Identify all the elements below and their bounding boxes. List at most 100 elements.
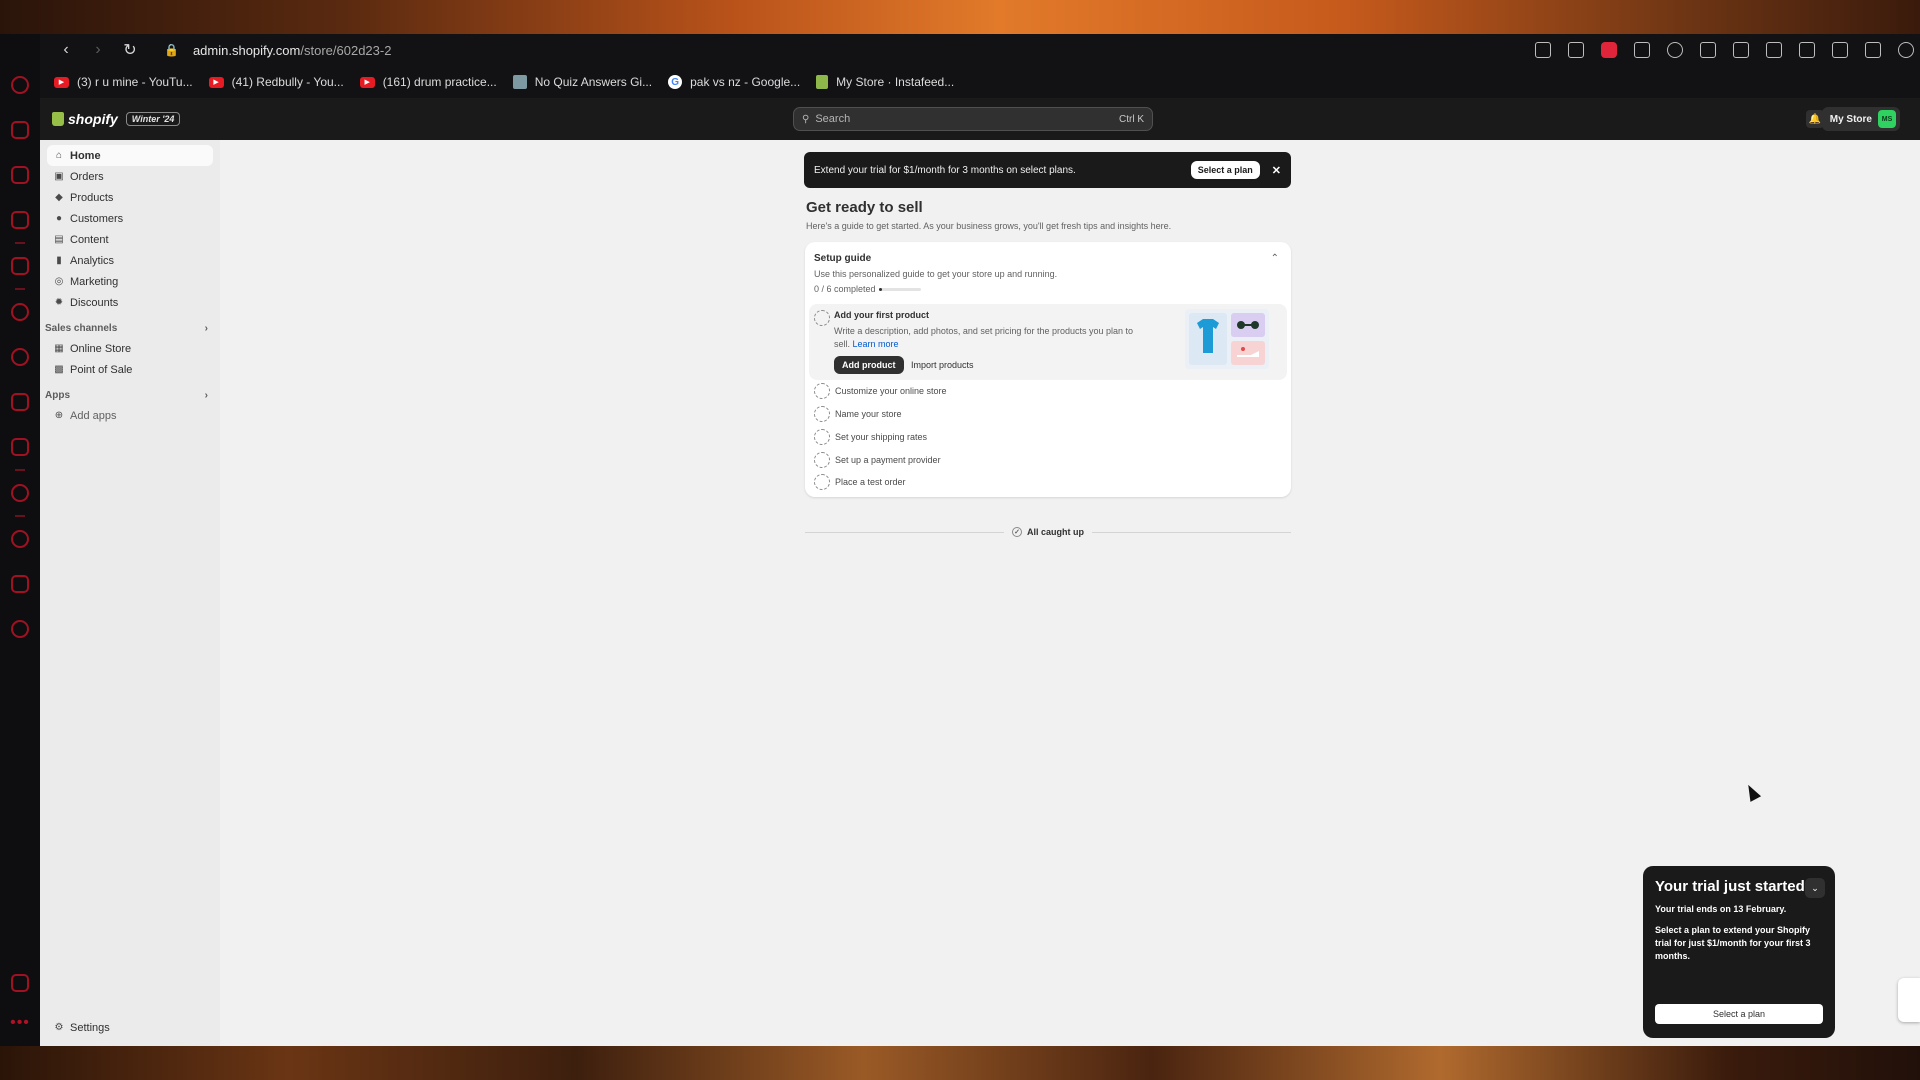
sidebar-item-label: Products xyxy=(70,191,114,204)
select-plan-button[interactable]: Select a plan xyxy=(1190,161,1260,179)
camera-icon[interactable] xyxy=(1568,42,1584,58)
step-checkbox[interactable] xyxy=(814,474,830,490)
section-label: Apps xyxy=(45,390,70,401)
sidebar-item-customers[interactable]: ● Customers xyxy=(47,208,213,229)
sidebar-item-online-store[interactable]: ▦ Online Store xyxy=(47,338,213,359)
step-shipping-rates[interactable]: Set your shipping rates xyxy=(814,429,927,445)
heart-icon[interactable] xyxy=(1667,42,1683,58)
sidebar-item-add-apps[interactable]: ⊕ Add apps xyxy=(47,405,213,426)
address-bar: ‹ › ↻ 🔒 admin.shopify.com/store/602d23-2 xyxy=(40,34,1920,66)
box-icon[interactable] xyxy=(1766,42,1782,58)
sales-channels-header[interactable]: Sales channels › xyxy=(45,323,208,334)
reload-icon[interactable]: ↻ xyxy=(114,40,146,60)
search-placeholder: Search xyxy=(815,113,851,125)
sidebar-item-content[interactable]: ▤ Content xyxy=(47,229,213,250)
store-name: My Store xyxy=(1829,113,1872,125)
sidebar-item-label: Add apps xyxy=(70,409,117,422)
sidebar-item-marketing[interactable]: ◎ Marketing xyxy=(47,271,213,292)
avatar: MS xyxy=(1878,110,1896,128)
bookmark-item[interactable]: ▶ (161) drum practice... xyxy=(359,75,497,89)
vpn-shield-icon[interactable] xyxy=(1601,42,1617,58)
dock-divider xyxy=(15,242,25,244)
search-input[interactable]: ⚲ Search Ctrl K xyxy=(793,107,1153,131)
bag-icon[interactable] xyxy=(11,121,29,139)
select-plan-button[interactable]: Select a plan xyxy=(1655,1004,1823,1024)
sidebar-item-home[interactable]: ⌂ Home xyxy=(47,145,213,166)
edit-icon[interactable] xyxy=(1535,42,1551,58)
step-description: Write a description, add photos, and set… xyxy=(834,325,1144,351)
whatsapp-icon[interactable] xyxy=(11,348,29,366)
store-icon: ▦ xyxy=(54,343,64,354)
quiz-icon xyxy=(512,75,527,89)
shopify-topbar: shopify Winter '24 ⚲ Search Ctrl K 🔔 My … xyxy=(40,98,1920,140)
music-icon[interactable] xyxy=(11,211,29,229)
arc-icon[interactable] xyxy=(11,257,29,275)
forward-icon[interactable]: › xyxy=(82,41,114,59)
section-label: Sales channels xyxy=(45,323,118,334)
inbox-icon: ▣ xyxy=(54,171,64,182)
battery-icon[interactable] xyxy=(1832,42,1848,58)
extension-cube-icon[interactable] xyxy=(1700,42,1716,58)
send-icon[interactable] xyxy=(1634,42,1650,58)
chevron-down-icon[interactable]: ⌄ xyxy=(1805,878,1825,898)
bookmark-item[interactable]: ▶ (3) r u mine - YouTu... xyxy=(54,75,193,89)
check-circle-icon: ✓ xyxy=(1012,527,1022,537)
step-checkbox[interactable] xyxy=(814,383,830,399)
profile-icon[interactable] xyxy=(1898,42,1914,58)
x-icon[interactable] xyxy=(11,438,29,456)
step-add-first-product[interactable]: Add your first product Write a descripti… xyxy=(809,304,1287,380)
bookmark-item[interactable]: No Quiz Answers Gi... xyxy=(512,75,652,89)
instagram-icon[interactable] xyxy=(11,393,29,411)
url-field[interactable]: admin.shopify.com/store/602d23-2 xyxy=(193,43,392,58)
product-illustration xyxy=(1185,309,1269,369)
trial-end-date: Your trial ends on 13 February. xyxy=(1655,904,1787,914)
dock-divider xyxy=(15,288,25,290)
back-icon[interactable]: ‹ xyxy=(50,41,82,59)
trial-popup: Your trial just started ⌄ Your trial end… xyxy=(1643,866,1835,1038)
close-icon[interactable]: ✕ xyxy=(1272,164,1281,177)
bookmark-item[interactable]: Gpak vs nz - Google... xyxy=(668,75,800,89)
apps-header[interactable]: Apps › xyxy=(45,390,208,401)
sidebar-item-point-of-sale[interactable]: ▩ Point of Sale xyxy=(47,359,213,380)
bookmark-item[interactable]: My Store · Instafeed... xyxy=(816,75,954,89)
step-checkbox[interactable] xyxy=(814,406,830,422)
step-name-store[interactable]: Name your store xyxy=(814,406,902,422)
import-products-button[interactable]: Import products xyxy=(911,360,974,370)
function-icon[interactable] xyxy=(1733,42,1749,58)
side-drawer-handle[interactable] xyxy=(1898,978,1920,1022)
step-label: Set up a payment provider xyxy=(835,455,941,465)
sidebar-item-settings[interactable]: ⚙ Settings xyxy=(47,1017,213,1038)
step-checkbox[interactable] xyxy=(814,452,830,468)
extensions-toolbar xyxy=(1518,34,1914,66)
learn-more-link[interactable]: Learn more xyxy=(853,339,899,349)
shopify-logo[interactable]: shopify Winter '24 xyxy=(52,111,181,127)
box-icon[interactable] xyxy=(11,575,29,593)
twitch-icon[interactable] xyxy=(11,166,29,184)
add-product-button[interactable]: Add product xyxy=(834,356,904,374)
messenger-icon[interactable] xyxy=(11,303,29,321)
desktop-wallpaper-top xyxy=(0,0,1920,34)
history-icon[interactable] xyxy=(11,530,29,548)
bookmark-item[interactable]: ▶ (41) Redbully - You... xyxy=(208,75,344,89)
sidebar-item-discounts[interactable]: ✹ Discounts xyxy=(47,292,213,313)
step-checkbox[interactable] xyxy=(814,310,830,326)
gallery-icon[interactable] xyxy=(11,974,29,992)
step-title: Add your first product xyxy=(834,310,929,320)
sidebar-item-products[interactable]: ◆ Products xyxy=(47,187,213,208)
player-icon[interactable] xyxy=(11,484,29,502)
store-menu-button[interactable]: My Store MS xyxy=(1821,107,1900,131)
menu-icon[interactable] xyxy=(1865,42,1881,58)
lock-icon[interactable]: 🔒 xyxy=(164,43,179,57)
step-payment-provider[interactable]: Set up a payment provider xyxy=(814,452,941,468)
step-checkbox[interactable] xyxy=(814,429,830,445)
download-icon[interactable] xyxy=(1799,42,1815,58)
speed-dial-icon[interactable] xyxy=(11,76,29,94)
sidebar-item-orders[interactable]: ▣ Orders xyxy=(47,166,213,187)
chevron-up-icon[interactable]: ⌃ xyxy=(1271,253,1279,264)
settings-gear-icon[interactable] xyxy=(11,620,29,638)
step-test-order[interactable]: Place a test order xyxy=(814,474,906,490)
page-subtitle: Here's a guide to get started. As your b… xyxy=(806,221,1172,231)
sidebar-item-analytics[interactable]: ▮ Analytics xyxy=(47,250,213,271)
step-customize-online-store[interactable]: Customize your online store xyxy=(814,383,947,399)
more-icon[interactable]: ••• xyxy=(10,1014,30,1032)
